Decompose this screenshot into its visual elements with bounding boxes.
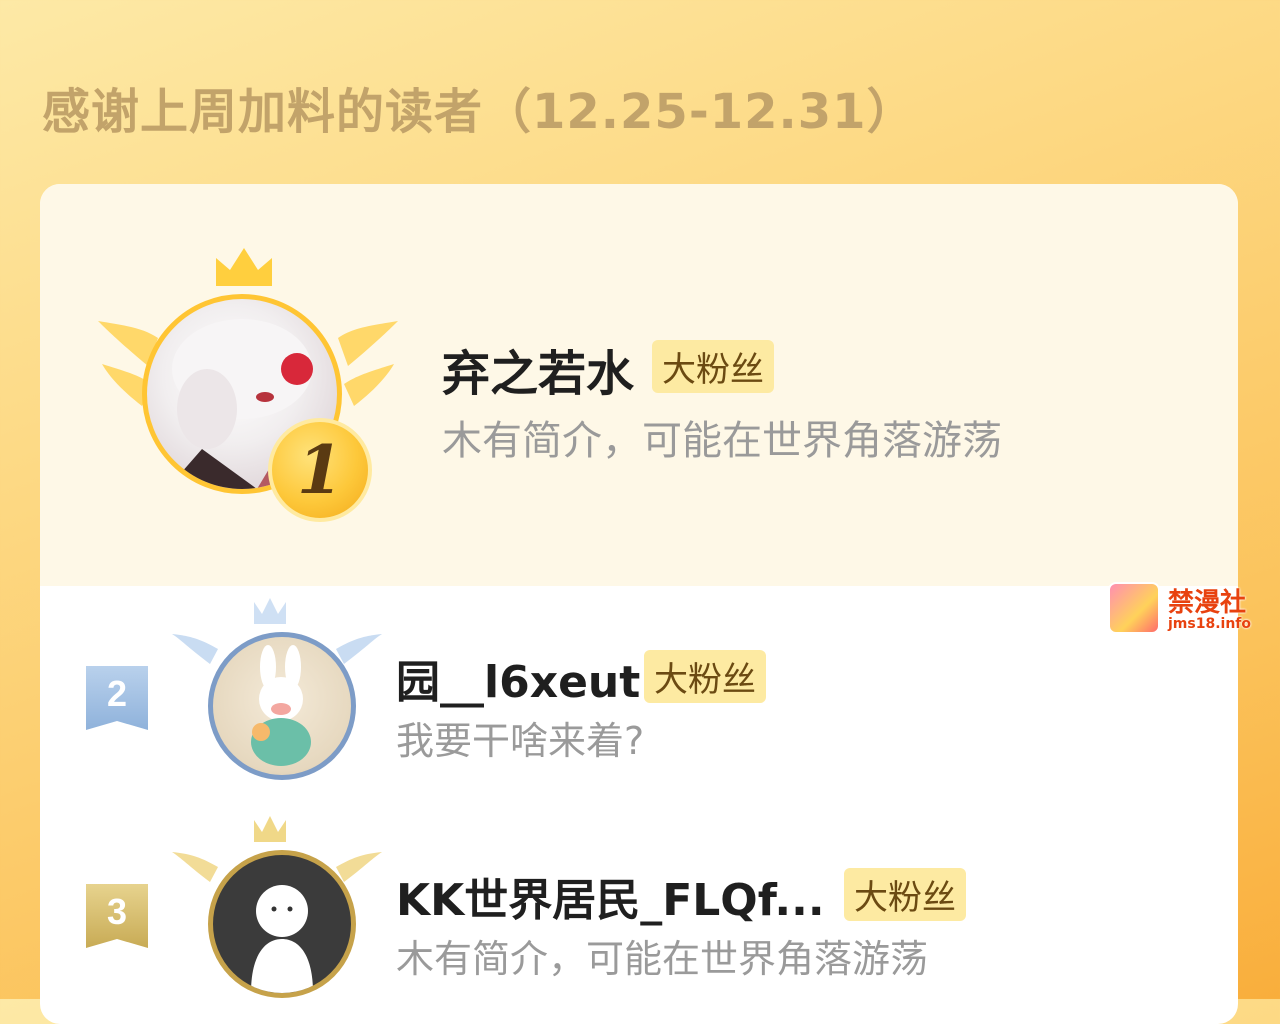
fan-level-badge: 大粉丝 xyxy=(644,650,766,703)
reader-bio: 我要干啥来着? xyxy=(396,719,645,763)
fan-level-badge: 大粉丝 xyxy=(652,340,774,393)
reader-bio: 木有简介，可能在世界角落游荡 xyxy=(396,937,929,981)
reader-name[interactable]: 园__l6xeut xyxy=(396,646,640,710)
rank-1-badge: 1 xyxy=(268,418,372,522)
reader-ranking-card: 1 弃之若水 大粉丝 木有简介，可能在世界角落游荡 2 园__l6xeut 大粉… xyxy=(40,184,1238,1024)
reader-name[interactable]: 弃之若水 xyxy=(442,334,634,404)
fan-level-badge: 大粉丝 xyxy=(844,868,966,921)
avatar[interactable] xyxy=(208,850,356,998)
page-title: 感谢上周加料的读者（12.25-12.31） xyxy=(42,84,916,140)
rabbit-avatar-icon xyxy=(251,645,311,766)
watermark-title: 禁漫社 xyxy=(1168,588,1247,618)
rank-1-emblem: 1 xyxy=(98,246,398,522)
gold-crown-icon xyxy=(216,248,272,286)
rank-3-flag: 3 xyxy=(86,884,148,948)
watermark-url: jms18.info xyxy=(1168,616,1251,632)
default-avatar-icon xyxy=(251,885,313,993)
avatar[interactable] xyxy=(208,632,356,780)
rank-2-flag: 2 xyxy=(86,666,148,730)
reader-name[interactable]: KK世界居民_FLQf... xyxy=(396,864,825,928)
watermark: 禁漫社 jms18.info xyxy=(1108,582,1258,638)
reader-bio: 木有简介，可能在世界角落游荡 xyxy=(442,418,1002,464)
watermark-logo-icon xyxy=(1108,582,1160,634)
